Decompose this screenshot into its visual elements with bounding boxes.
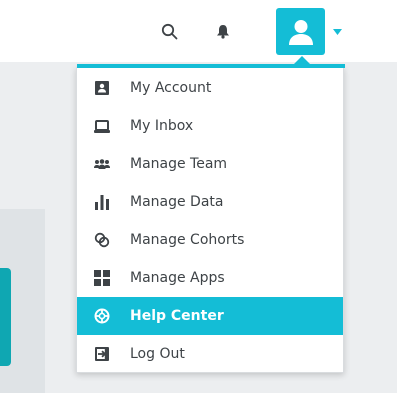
menu-item-log-out[interactable]: Log Out	[77, 335, 343, 373]
user-icon	[288, 19, 313, 45]
menu-pointer	[294, 56, 310, 64]
menu-accent-bar	[77, 64, 345, 68]
menu-item-label: Manage Cohorts	[130, 232, 245, 248]
menu-item-manage-apps[interactable]: Manage Apps	[77, 259, 343, 297]
user-dropdown-menu: My Account My Inbox Manage Team Manage D…	[76, 56, 345, 373]
menu-item-my-account[interactable]: My Account	[77, 69, 343, 107]
menu-item-manage-team[interactable]: Manage Team	[77, 145, 343, 183]
menu-item-label: Manage Data	[130, 194, 224, 210]
menu-item-label: Help Center	[130, 308, 224, 324]
search-icon	[161, 23, 177, 39]
menu-item-label: Manage Apps	[130, 270, 225, 286]
menu-item-manage-data[interactable]: Manage Data	[77, 183, 343, 221]
caret-down-icon	[332, 29, 342, 35]
bell-icon	[217, 24, 229, 39]
side-panel-accent	[0, 268, 11, 366]
inbox-icon	[93, 117, 111, 135]
menu-item-help-center[interactable]: Help Center	[77, 297, 343, 335]
notifications-button[interactable]	[210, 18, 236, 44]
search-button[interactable]	[156, 18, 182, 44]
logout-icon	[93, 345, 111, 363]
menu-item-my-inbox[interactable]: My Inbox	[77, 107, 343, 145]
menu-item-label: Manage Team	[130, 156, 228, 172]
user-avatar-button[interactable]	[276, 8, 325, 55]
cohorts-icon	[93, 231, 111, 249]
menu-item-label: Log Out	[130, 346, 185, 362]
menu-item-manage-cohorts[interactable]: Manage Cohorts	[77, 221, 343, 259]
menu-item-label: My Inbox	[130, 118, 194, 134]
user-menu-toggle[interactable]	[330, 25, 344, 39]
team-icon	[93, 155, 111, 173]
apps-grid-icon	[93, 269, 111, 287]
lifebuoy-icon	[93, 307, 111, 325]
account-icon	[93, 79, 111, 97]
menu-item-label: My Account	[130, 80, 212, 96]
bar-chart-icon	[93, 193, 111, 211]
